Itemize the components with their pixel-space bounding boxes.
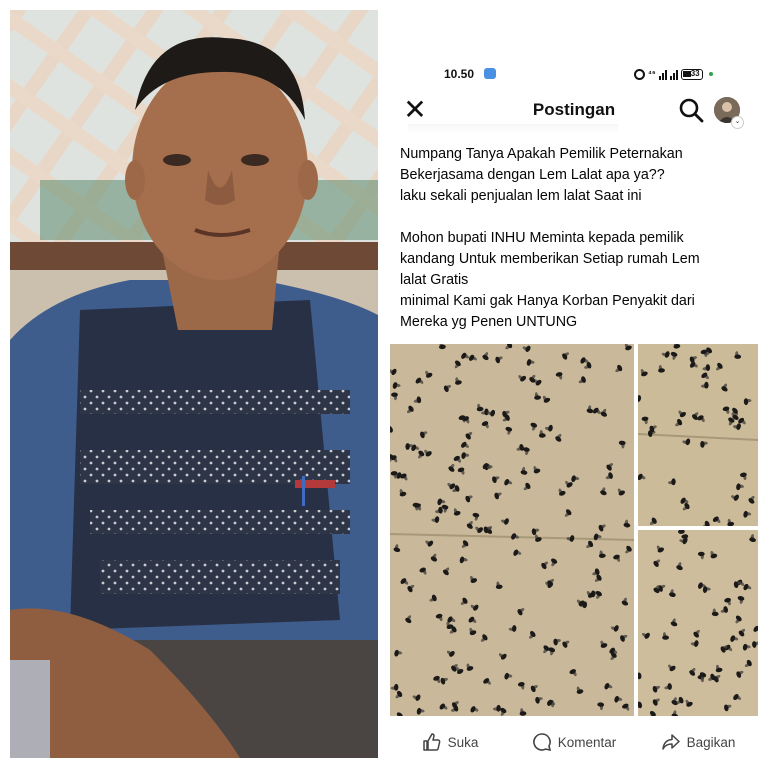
alarm-icon [634, 68, 645, 80]
signal-icon-2 [669, 69, 678, 80]
battery-level: 33 [690, 68, 700, 78]
network-type: ⁴⁶ [648, 69, 656, 78]
share-label: Bagikan [686, 734, 736, 750]
thumbs-up-icon [422, 733, 441, 751]
status-indicators: ⁴⁶ 33 [634, 66, 713, 82]
online-dot [708, 72, 713, 76]
status-time: 10.50 [444, 67, 475, 81]
share-icon [661, 734, 680, 750]
post-line: laku sekali penjualan lem lalat Saat ini [400, 188, 642, 204]
battery-icon: 33 [680, 68, 703, 80]
flytrap-photo-top-right[interactable] [638, 344, 758, 526]
comment-button[interactable]: Komentar [512, 724, 636, 760]
post-text: Numpang Tanya Apakah Pemilik Peternakan … [400, 144, 752, 333]
chevron-down-icon[interactable]: ⌄ [731, 116, 744, 129]
app-header: ✕ Postingan ⌄ [388, 92, 760, 129]
comment-icon [532, 733, 551, 752]
post-line: lalat Gratis [400, 272, 469, 288]
flytrap-photo-main[interactable] [390, 344, 634, 716]
share-button[interactable]: Bagikan [636, 724, 760, 760]
post-line: Mereka yg Penen UNTUNG [400, 314, 578, 330]
signal-icon [658, 69, 667, 80]
man-photo [10, 10, 378, 758]
flytrap-photo-bottom-right[interactable] [638, 530, 758, 716]
post-line-break [400, 207, 752, 228]
post-line: minimal Kami gak Hanya Korban Penyakit d… [400, 293, 695, 309]
truncated-author-line [408, 124, 618, 134]
search-icon[interactable] [677, 96, 705, 124]
facebook-post-screen: 10.50 ⁴⁶ 33 ✕ Postingan ⌄ Numpang Tanya … [388, 56, 760, 762]
status-bar: 10.50 ⁴⁶ 33 [388, 64, 760, 84]
like-label: Suka [447, 734, 479, 750]
post-line: Mohon bupati INHU Meminta kepada pemilik [400, 230, 684, 246]
chat-notification-icon [484, 68, 496, 79]
post-line: Numpang Tanya Apakah Pemilik Peternakan [400, 146, 683, 162]
post-line: Bekerjasama dengan Lem Lalat apa ya?? [400, 167, 665, 183]
like-button[interactable]: Suka [388, 724, 512, 760]
post-line: kandang Untuk memberikan Setiap rumah Le… [400, 251, 700, 267]
comment-label: Komentar [557, 734, 617, 750]
post-action-bar: Suka Komentar Bagikan [388, 724, 760, 760]
